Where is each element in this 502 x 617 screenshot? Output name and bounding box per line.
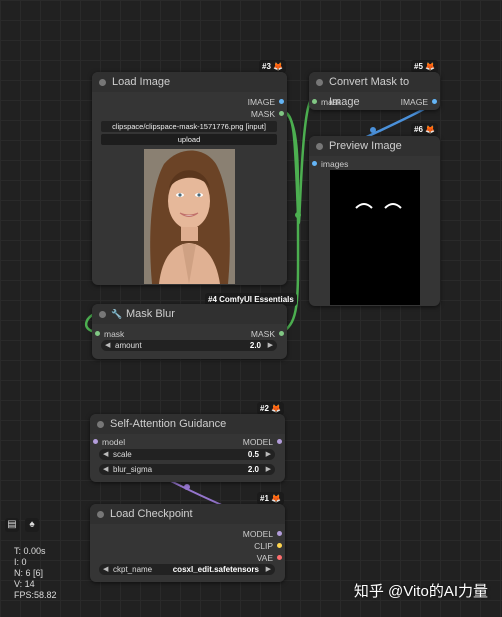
mask-preview-graphic bbox=[355, 203, 402, 209]
node-header[interactable]: Load Image bbox=[92, 72, 287, 92]
collapse-dot-icon[interactable] bbox=[99, 311, 106, 318]
model-output-socket[interactable] bbox=[277, 439, 282, 444]
ckpt-name-widget[interactable]: ◀ ckpt_name cosxl_edit.safetensors ▶ bbox=[99, 564, 275, 575]
output-label: CLIP bbox=[254, 541, 273, 551]
stat-iterations: I: 0 bbox=[14, 557, 27, 567]
mask-output-socket[interactable] bbox=[279, 111, 284, 116]
stat-fps: FPS:58.82 bbox=[14, 590, 57, 600]
node-title: Preview Image bbox=[329, 140, 402, 152]
stats-panel: T: 0.00s I: 0 N: 6 [6] V: 14 FPS:58.82 bbox=[14, 546, 57, 601]
output-row-image: IMAGE bbox=[92, 96, 287, 108]
increment-arrow-icon[interactable]: ▶ bbox=[266, 564, 271, 575]
mask-input-socket[interactable] bbox=[312, 99, 317, 104]
decrement-arrow-icon[interactable]: ◀ bbox=[103, 449, 108, 460]
increment-arrow-icon[interactable]: ▶ bbox=[268, 340, 273, 351]
stat-nodes: N: 6 [6] bbox=[14, 568, 44, 578]
model-input-socket[interactable] bbox=[93, 439, 98, 444]
convert-mask-node[interactable]: Convert Mask to Image mask IMAGE bbox=[309, 72, 440, 110]
amount-widget[interactable]: ◀ amount 2.0 ▶ bbox=[101, 340, 277, 351]
output-label: MODEL bbox=[242, 529, 273, 539]
decrement-arrow-icon[interactable]: ◀ bbox=[105, 340, 110, 351]
clip-output-socket[interactable] bbox=[277, 543, 282, 548]
image-preview bbox=[144, 149, 235, 284]
stat-time: T: 0.00s bbox=[14, 546, 46, 556]
load-checkpoint-node[interactable]: Load Checkpoint MODEL CLIP VAE ◀ ckpt_na… bbox=[90, 504, 285, 582]
upload-button[interactable]: upload bbox=[101, 134, 277, 145]
collapse-dot-icon[interactable] bbox=[99, 79, 106, 86]
decrement-arrow-icon[interactable]: ◀ bbox=[103, 464, 108, 475]
node-title: Load Checkpoint bbox=[110, 508, 193, 520]
increment-arrow-icon[interactable]: ▶ bbox=[266, 464, 271, 475]
node-title: Load Image bbox=[112, 76, 171, 88]
increment-arrow-icon[interactable]: ▶ bbox=[266, 449, 271, 460]
vae-output-socket[interactable] bbox=[277, 555, 282, 560]
io-row: model MODEL bbox=[90, 436, 285, 448]
widget-label: amount bbox=[115, 341, 142, 350]
mask-input-socket[interactable] bbox=[95, 331, 100, 336]
preview-image-node[interactable]: Preview Image images bbox=[309, 136, 440, 306]
portrait-photo bbox=[144, 149, 235, 284]
mask-preview-image bbox=[330, 170, 420, 305]
queue-menu-icon[interactable]: ▤ bbox=[5, 518, 19, 532]
output-label: MASK bbox=[250, 329, 275, 339]
io-row: mask MASK bbox=[92, 328, 287, 340]
blur-sigma-widget[interactable]: ◀ blur_sigma 2.0 ▶ bbox=[99, 464, 275, 475]
node-header[interactable]: 🔧 Mask Blur bbox=[92, 304, 287, 324]
decrement-arrow-icon[interactable]: ◀ bbox=[103, 564, 108, 575]
wire-midpoint-blue bbox=[370, 127, 376, 133]
output-label: MASK bbox=[250, 109, 275, 119]
widget-label: ckpt_name bbox=[113, 565, 153, 574]
model-output-socket[interactable] bbox=[277, 531, 282, 536]
node-header[interactable]: Load Checkpoint bbox=[90, 504, 285, 524]
mask-blur-node[interactable]: 🔧 Mask Blur mask MASK ◀ amount 2.0 ▶ bbox=[92, 304, 287, 359]
mask-output-socket[interactable] bbox=[279, 331, 284, 336]
output-row-mask: MASK bbox=[92, 108, 287, 120]
images-input-socket[interactable] bbox=[312, 161, 317, 166]
widget-value: 2.0 bbox=[247, 465, 259, 474]
input-label: mask bbox=[321, 97, 342, 107]
output-label: IMAGE bbox=[247, 97, 275, 107]
widget-label: blur_sigma bbox=[113, 465, 153, 474]
load-image-node[interactable]: Load Image IMAGE MASK clipspace/clipspac… bbox=[92, 72, 287, 285]
output-label: MODEL bbox=[242, 437, 273, 447]
output-label: IMAGE bbox=[400, 97, 428, 107]
collapse-dot-icon[interactable] bbox=[316, 79, 323, 86]
widget-label: scale bbox=[113, 450, 132, 459]
wire-midpoint bbox=[295, 212, 301, 218]
widget-value: cosxl_edit.safetensors bbox=[172, 565, 259, 574]
io-row: images bbox=[309, 158, 440, 170]
image-output-socket[interactable] bbox=[279, 99, 284, 104]
node-title: Mask Blur bbox=[126, 308, 175, 320]
wrench-icon: 🔧 bbox=[111, 309, 123, 319]
node-title: Self-Attention Guidance bbox=[110, 418, 227, 430]
wire-midpoint-purple bbox=[184, 484, 190, 490]
output-row-vae: VAE bbox=[90, 552, 285, 564]
image-output-socket[interactable] bbox=[432, 99, 437, 104]
output-row-clip: CLIP bbox=[90, 540, 285, 552]
node-badge-preview: #6 🦊 bbox=[411, 123, 439, 136]
io-row: mask IMAGE bbox=[309, 96, 440, 108]
collapse-dot-icon[interactable] bbox=[316, 143, 323, 150]
output-row-model: MODEL bbox=[90, 528, 285, 540]
input-label: model bbox=[102, 437, 126, 447]
output-label: VAE bbox=[256, 553, 273, 563]
input-label: images bbox=[321, 159, 349, 169]
collapse-dot-icon[interactable] bbox=[97, 421, 104, 428]
self-attention-guidance-node[interactable]: Self-Attention Guidance model MODEL ◀ sc… bbox=[90, 414, 285, 482]
spade-icon[interactable]: ♠ bbox=[25, 518, 39, 532]
widget-value: 2.0 bbox=[249, 341, 261, 350]
watermark: 知乎 @Vito的AI力量 bbox=[353, 583, 488, 600]
image-select[interactable]: clipspace/clipspace-mask-1571776.png [in… bbox=[101, 121, 277, 132]
scale-widget[interactable]: ◀ scale 0.5 ▶ bbox=[99, 449, 275, 460]
widget-value: 0.5 bbox=[247, 450, 259, 459]
stat-visible: V: 14 bbox=[14, 579, 35, 589]
node-header[interactable]: Preview Image bbox=[309, 136, 440, 156]
node-header[interactable]: Convert Mask to Image bbox=[309, 72, 440, 108]
input-label: mask bbox=[104, 329, 125, 339]
collapse-dot-icon[interactable] bbox=[97, 511, 104, 518]
node-header[interactable]: Self-Attention Guidance bbox=[90, 414, 285, 434]
